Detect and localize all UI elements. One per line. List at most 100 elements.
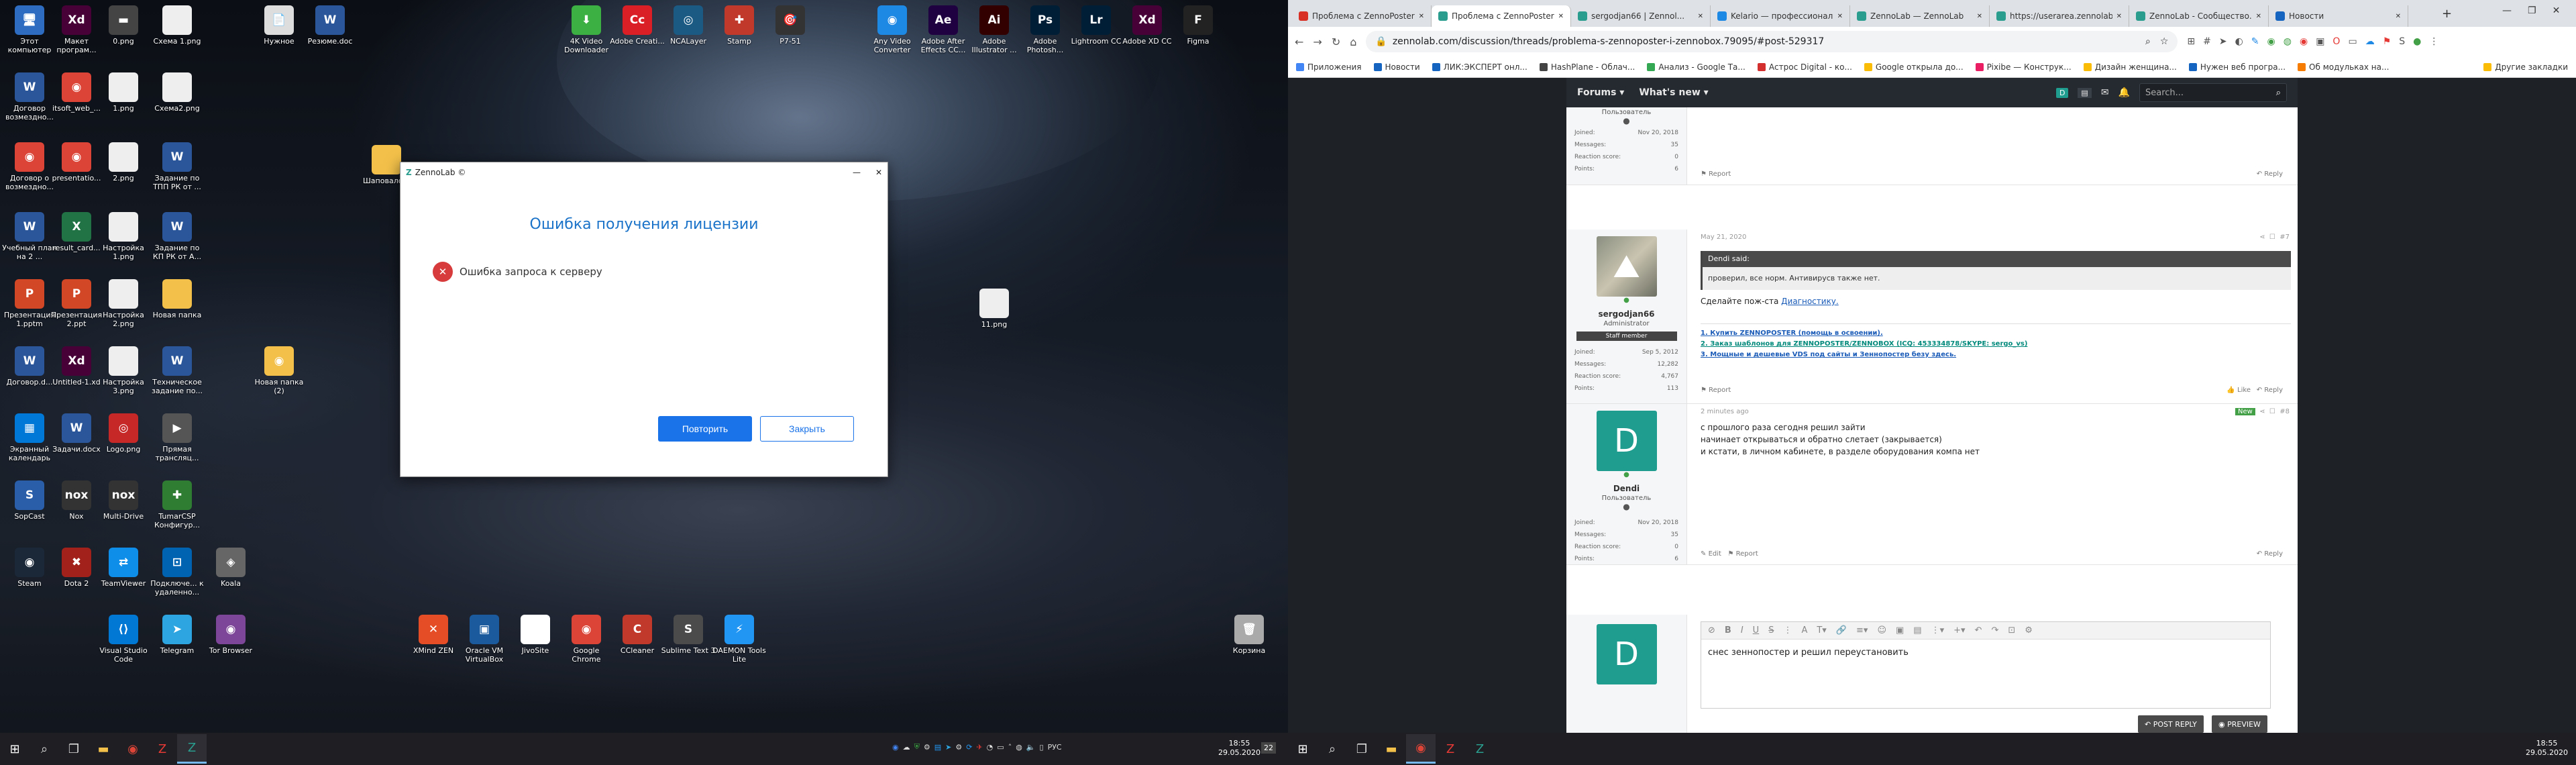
desktop-icon[interactable]: Схема2.png (149, 72, 205, 113)
tray-hd-icon[interactable]: ◔ (987, 743, 994, 752)
edit-link[interactable]: ✎ Edit (1701, 550, 1721, 558)
search-icon[interactable]: ⌕ (30, 734, 59, 764)
bookmark-item[interactable]: HashPlane - Облач... (1539, 62, 1635, 72)
browser-tab[interactable]: Новости ✕ (2269, 5, 2408, 27)
desktop-icon[interactable]: ◉ Новая папка (2) (251, 346, 307, 395)
desktop-icon[interactable]: ⚡ DAEMON Tools Lite (711, 615, 767, 664)
desktop-icon[interactable]: 11.png (966, 289, 1022, 329)
avatar[interactable]: D (1596, 411, 1657, 471)
minimize-button[interactable]: — (853, 168, 861, 177)
zennoposter-taskbar-icon[interactable]: Z (148, 734, 177, 764)
reply-editor[interactable]: ⊘ B I U S ⋮ A T▾ 🔗 ≡▾ ☺ ▣ ▤ ⋮▾ +▾ ↶ ↷ ⊡ … (1701, 621, 2271, 709)
desktop-icon[interactable]: Настройка 1.png (95, 212, 152, 261)
tray-rocket-icon[interactable]: ✈ (976, 743, 982, 752)
extension-arrow-icon[interactable]: ➤ (2219, 36, 2227, 47)
desktop-icon[interactable]: ◉ Tor Browser (203, 615, 259, 655)
user-menu-icon[interactable]: ▤ (2078, 87, 2092, 98)
desktop-icon[interactable]: J JivoSite (507, 615, 564, 655)
clock[interactable]: 18:55 29.05.2020 (1218, 739, 1260, 758)
desktop-icon[interactable]: 2.png (95, 142, 152, 183)
bookmark-item[interactable]: Другие закладки (2483, 62, 2568, 72)
extension-box-icon[interactable]: ▭ (2348, 36, 2357, 47)
desktop-icon[interactable]: S Sublime Text 3 (660, 615, 716, 655)
signature-link-2[interactable]: 2. Заказ шаблонов для ZENNOPOSTER/ZENNOB… (1701, 339, 2291, 350)
bookmark-item[interactable]: Новости (1373, 62, 1420, 72)
desktop-icon[interactable]: ✚ TumarCSP Конфигур... (149, 480, 205, 529)
volume-icon[interactable]: 🔈 (1026, 743, 1036, 752)
desktop-icon[interactable]: W Резюме.doc (302, 5, 358, 46)
extension-ad-icon[interactable]: ▣ (2316, 36, 2324, 47)
desktop-icon[interactable]: ◈ Koala (203, 548, 259, 588)
desktop-icon[interactable]: ◉ Any Video Converter (864, 5, 920, 54)
post-number[interactable]: #7 (2279, 234, 2290, 241)
zennolab-taskbar-icon[interactable]: Z (177, 734, 207, 764)
notification-center[interactable]: 22 (1261, 742, 1276, 754)
bookmark-star-icon[interactable]: ☆ (2160, 36, 2169, 47)
share-icon[interactable]: ⋖ (2259, 234, 2265, 241)
extension-red-icon[interactable]: ◉ (2300, 36, 2308, 47)
editor-image-icon[interactable]: ▣ (1896, 625, 1904, 635)
diagnostics-link[interactable]: Диагностику. (1781, 297, 1839, 306)
desktop-icon[interactable]: ▬ 0.png (95, 5, 152, 46)
search-icon[interactable]: ⌕ (1318, 734, 1347, 764)
tray-chevron-up-icon[interactable]: ˄ (1008, 743, 1012, 752)
close-button[interactable]: Закрыть (760, 416, 854, 442)
desktop-icon[interactable]: Ai Adobe Illustrator ... (966, 5, 1022, 54)
editor-underline-icon[interactable]: U (1753, 625, 1760, 635)
username[interactable]: Dendi (1566, 484, 1686, 493)
desktop-icon[interactable]: W Техническое задание по... (149, 346, 205, 395)
nav-whats-new[interactable]: What's new ▾ (1639, 87, 1708, 98)
bookmark-item[interactable]: Pixibe — Конструк... (1975, 62, 2072, 72)
desktop-icon[interactable]: ▣ Oracle VM VirtualBox (456, 615, 513, 664)
quote-author[interactable]: Dendi said: (1703, 251, 2291, 267)
extension-opera-icon[interactable]: O (2332, 36, 2340, 47)
tray-shield-icon[interactable]: ⛨ (914, 742, 920, 752)
network-icon[interactable]: ▯ (1040, 743, 1044, 752)
bookmark-item[interactable]: Астрос Digital - ко... (1757, 62, 1852, 72)
tray-update-icon[interactable]: ⟳ (966, 743, 972, 752)
post-number[interactable]: #8 (2279, 408, 2290, 415)
extension-vpn-icon[interactable]: ◉ (2267, 36, 2275, 47)
browser-tab[interactable]: sergodjan66 | Zennol... ✕ (1571, 5, 1711, 27)
bookmark-item[interactable]: Приложения (1296, 62, 1362, 72)
browser-tab[interactable]: ZennoLab - Сообщество... ✕ (2129, 5, 2269, 27)
chrome-taskbar-icon[interactable]: ◉ (1406, 734, 1436, 764)
desktop-icon[interactable]: Настройка 2.png (95, 279, 152, 328)
browser-tab[interactable]: Проблема с ZennoPoster ✕ (1432, 5, 1571, 27)
bookmark-icon[interactable]: ☐ (2269, 234, 2275, 241)
search-icon[interactable]: ⌕ (2145, 36, 2151, 47)
browser-tab[interactable]: ZennoLab — ZennoLab ✕ (1850, 5, 1990, 27)
profile-avatar[interactable]: ● (2413, 36, 2421, 47)
file-explorer-icon[interactable]: ▬ (89, 734, 118, 764)
tray-telegram-icon[interactable]: ➤ (945, 743, 951, 752)
editor-more-icon[interactable]: ⋮ (1783, 625, 1792, 635)
editor-strike-icon[interactable]: S (1768, 625, 1774, 635)
menu-dots-icon[interactable]: ⋮ (2429, 36, 2438, 47)
editor-align-icon[interactable]: ≡▾ (1856, 625, 1868, 635)
close-icon[interactable]: ✕ (875, 168, 882, 177)
bookmark-icon[interactable]: ☐ (2269, 408, 2275, 415)
tab-close-icon[interactable]: ✕ (2396, 13, 2401, 20)
editor-list-icon[interactable]: ⋮▾ (1931, 625, 1945, 635)
desktop-icon[interactable]: ➤ Telegram (149, 615, 205, 655)
desktop-icon[interactable]: Новая папка (149, 279, 205, 319)
extension-eyedropper-icon[interactable]: ✎ (2251, 36, 2259, 47)
clock[interactable]: 18:55 29.05.2020 (2526, 739, 2568, 758)
desktop-icon[interactable]: Схема 1.png (149, 5, 205, 46)
desktop-icon[interactable]: ⬇ 4K Video Downloader (558, 5, 614, 54)
tab-close-icon[interactable]: ✕ (2116, 13, 2122, 20)
desktop-icon[interactable]: ⟨⟩ Visual Studio Code (95, 615, 152, 664)
desktop-icon[interactable]: ⊡ Подключе... к удаленно... (149, 548, 205, 597)
tray-settings-icon[interactable]: ⚙ (924, 743, 930, 752)
tab-close-icon[interactable]: ✕ (1698, 13, 1703, 20)
tray-mic-icon[interactable]: ◍ (1016, 743, 1022, 752)
language-indicator[interactable]: РУС (1048, 743, 1062, 752)
desktop-icon[interactable]: nox Multi-Drive (95, 480, 152, 521)
desktop-icon[interactable]: ◎ NCALayer (660, 5, 716, 46)
close-window-button[interactable]: ✕ (2553, 5, 2561, 16)
browser-tab[interactable]: Проблема с ZennoPoster ✕ (1292, 5, 1432, 27)
bookmark-item[interactable]: Нужен веб програ... (2188, 62, 2286, 72)
desktop-icon[interactable]: Lr Lightroom CC (1068, 5, 1124, 46)
desktop-icon[interactable]: ⇄ TeamViewer (95, 548, 152, 588)
desktop-icon[interactable]: Ps Adobe Photosh... (1017, 5, 1073, 54)
